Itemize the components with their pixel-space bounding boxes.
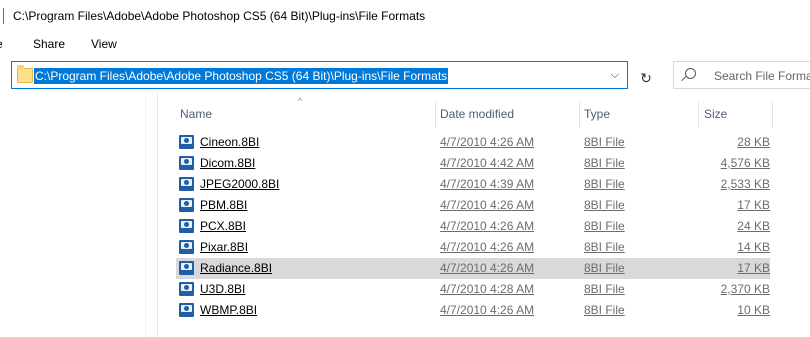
- file-size: 2,533 KB: [720, 177, 770, 191]
- tab-share[interactable]: Share: [33, 37, 65, 51]
- file-type: 8BI File: [584, 261, 625, 275]
- file-type: 8BI File: [584, 156, 625, 170]
- quick-access-divider: [3, 8, 4, 24]
- address-bar[interactable]: C:\Program Files\Adobe\Adobe Photoshop C…: [11, 61, 628, 89]
- file-size: 17 KB: [737, 198, 770, 212]
- file-icon: [179, 156, 194, 170]
- file-name: PBM.8BI: [200, 198, 248, 212]
- file-type: 8BI File: [584, 177, 625, 191]
- file-name: Radiance.8BI: [200, 261, 273, 275]
- table-row[interactable]: Dicom.8BI 4/7/2010 4:42 AM 8BI File 4,57…: [176, 153, 770, 174]
- file-icon: [179, 240, 194, 254]
- file-size: 24 KB: [737, 219, 770, 233]
- search-icon: [685, 68, 696, 79]
- refresh-icon[interactable]: ↻: [635, 67, 657, 89]
- file-name: JPEG2000.8BI: [200, 177, 280, 191]
- file-name: Pixar.8BI: [200, 240, 249, 254]
- file-date: 4/7/2010 4:26 AM: [440, 261, 535, 275]
- file-icon: [179, 135, 194, 149]
- file-name: Dicom.8BI: [200, 156, 256, 170]
- window-title: C:\Program Files\Adobe\Adobe Photoshop C…: [13, 9, 426, 23]
- table-row[interactable]: PBM.8BI 4/7/2010 4:26 AM 8BI File 17 KB: [176, 195, 770, 216]
- column-header-size[interactable]: Size: [704, 107, 727, 121]
- file-list: ^ Name Date modified Type Size Cineon.8B…: [172, 94, 810, 337]
- file-icon: [179, 303, 194, 317]
- tab-file[interactable]: e: [0, 37, 4, 51]
- file-type: 8BI File: [584, 303, 625, 317]
- file-icon: [179, 177, 194, 191]
- file-name: U3D.8BI: [200, 282, 246, 296]
- file-icon: [179, 282, 194, 296]
- column-header-name[interactable]: Name: [180, 107, 212, 121]
- file-size: 4,576 KB: [720, 156, 770, 170]
- file-date: 4/7/2010 4:26 AM: [440, 198, 535, 212]
- navigation-pane-divider[interactable]: [157, 94, 158, 337]
- file-type: 8BI File: [584, 135, 625, 149]
- table-row-selected[interactable]: Radiance.8BI 4/7/2010 4:26 AM 8BI File 1…: [176, 258, 770, 279]
- table-row[interactable]: WBMP.8BI 4/7/2010 4:26 AM 8BI File 10 KB: [176, 300, 770, 321]
- column-header-date[interactable]: Date modified: [440, 107, 514, 121]
- column-header-type[interactable]: Type: [584, 107, 610, 121]
- column-divider[interactable]: [698, 102, 699, 128]
- file-date: 4/7/2010 4:26 AM: [440, 135, 535, 149]
- navigation-pane[interactable]: [0, 94, 158, 337]
- file-type: 8BI File: [584, 240, 625, 254]
- file-date: 4/7/2010 4:26 AM: [440, 219, 535, 233]
- column-headers: ^ Name Date modified Type Size: [172, 96, 810, 128]
- file-size: 28 KB: [737, 135, 770, 149]
- table-row[interactable]: JPEG2000.8BI 4/7/2010 4:39 AM 8BI File 2…: [176, 174, 770, 195]
- file-date: 4/7/2010 4:42 AM: [440, 156, 535, 170]
- file-date: 4/7/2010 4:28 AM: [440, 282, 535, 296]
- file-type: 8BI File: [584, 219, 625, 233]
- chevron-down-icon[interactable]: ⌵: [611, 69, 619, 82]
- table-row[interactable]: Pixar.8BI 4/7/2010 4:26 AM 8BI File 14 K…: [176, 237, 770, 258]
- file-date: 4/7/2010 4:39 AM: [440, 177, 535, 191]
- table-row[interactable]: Cineon.8BI 4/7/2010 4:26 AM 8BI File 28 …: [176, 132, 770, 153]
- file-name: WBMP.8BI: [200, 303, 258, 317]
- file-name: Cineon.8BI: [200, 135, 260, 149]
- column-divider[interactable]: [579, 102, 580, 128]
- tab-view[interactable]: View: [91, 37, 117, 51]
- file-size: 2,370 KB: [720, 282, 770, 296]
- column-divider[interactable]: [435, 102, 436, 128]
- folder-icon: [17, 65, 33, 83]
- address-path-text[interactable]: C:\Program Files\Adobe\Adobe Photoshop C…: [34, 68, 449, 84]
- file-size: 14 KB: [737, 240, 770, 254]
- file-size: 10 KB: [737, 303, 770, 317]
- ribbon-tabs: e Share View: [0, 32, 810, 58]
- file-name: PCX.8BI: [200, 219, 247, 233]
- address-row: C:\Program Files\Adobe\Adobe Photoshop C…: [0, 58, 810, 94]
- column-divider[interactable]: [772, 102, 773, 128]
- search-placeholder: Search File Formats: [714, 69, 810, 83]
- file-size: 17 KB: [737, 261, 770, 275]
- search-box[interactable]: Search File Formats: [673, 61, 810, 89]
- file-icon: [179, 219, 194, 233]
- table-row[interactable]: U3D.8BI 4/7/2010 4:28 AM 8BI File 2,370 …: [176, 279, 770, 300]
- file-icon: [179, 261, 194, 275]
- file-type: 8BI File: [584, 198, 625, 212]
- file-icon: [179, 198, 194, 212]
- navigation-pane-edge: [145, 94, 146, 337]
- file-type: 8BI File: [584, 282, 625, 296]
- table-row[interactable]: PCX.8BI 4/7/2010 4:26 AM 8BI File 24 KB: [176, 216, 770, 237]
- sort-ascending-icon: ^: [298, 96, 303, 106]
- title-bar: C:\Program Files\Adobe\Adobe Photoshop C…: [0, 0, 810, 32]
- file-date: 4/7/2010 4:26 AM: [440, 303, 535, 317]
- file-date: 4/7/2010 4:26 AM: [440, 240, 535, 254]
